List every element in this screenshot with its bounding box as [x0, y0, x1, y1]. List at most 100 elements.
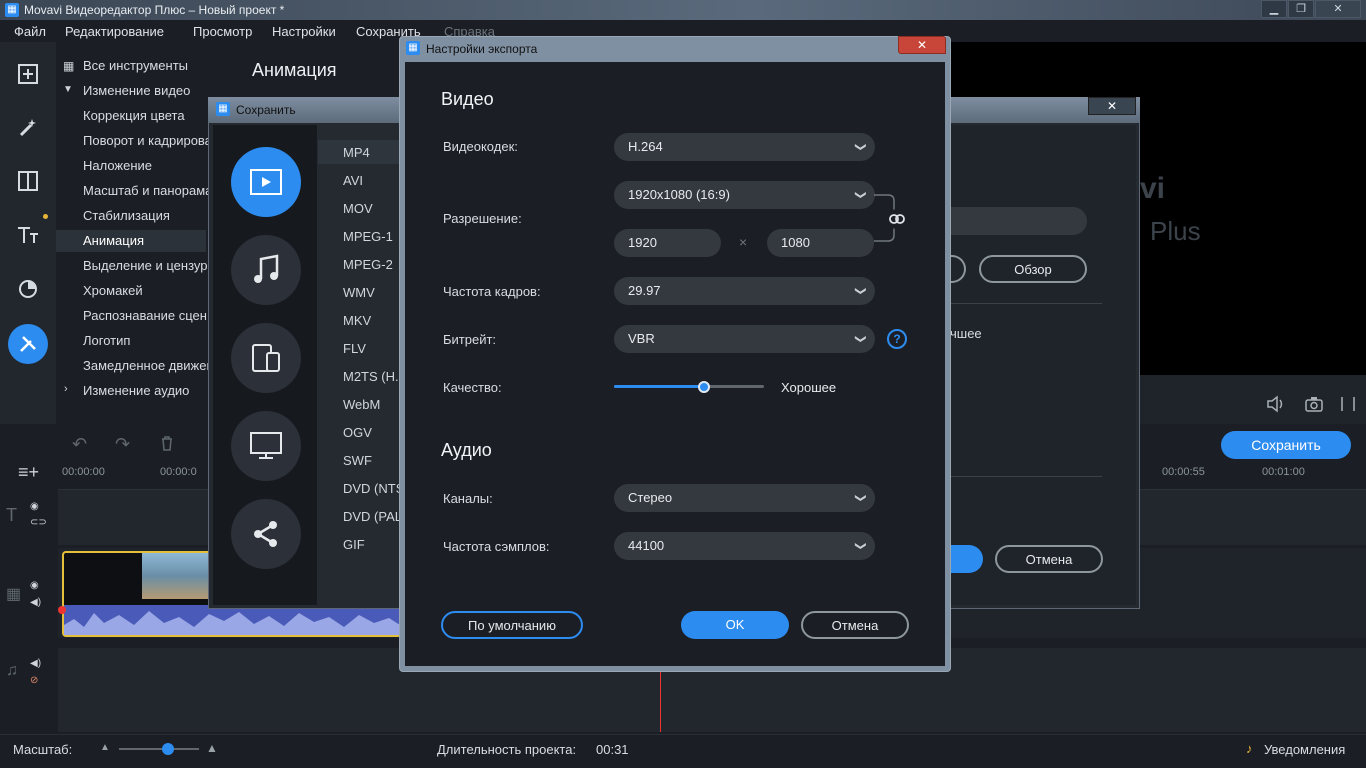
divider [950, 303, 1102, 304]
tool-color-correction[interactable]: Коррекция цвета [83, 108, 185, 123]
menu-file[interactable]: Файл [14, 24, 46, 39]
fullscreen-icon[interactable] [1340, 395, 1356, 413]
menu-settings[interactable]: Настройки [272, 24, 336, 39]
playhead-marker[interactable] [58, 606, 66, 614]
video-track-icon: ▦ [6, 586, 22, 603]
save-dialog-title: Сохранить [236, 103, 296, 117]
titles-icon[interactable] [8, 215, 48, 255]
zoom-slider-handle[interactable] [162, 743, 174, 755]
samplerate-select[interactable]: 44100 ❯ [614, 532, 875, 560]
category-audio[interactable] [231, 235, 301, 305]
grid-icon: ▦ [63, 59, 75, 73]
format-item[interactable]: MOV [343, 201, 373, 216]
framerate-select[interactable]: 29.97 ❯ [614, 277, 875, 305]
transitions-icon[interactable] [8, 161, 48, 201]
save-dialog-close-button[interactable]: ✕ [1088, 97, 1136, 115]
bell-icon[interactable]: ♪ [1246, 741, 1253, 756]
zoom-in-icon[interactable]: ▲ [206, 741, 218, 755]
format-item[interactable]: M2TS (H. [343, 369, 399, 384]
quality-label: Качество: [443, 380, 502, 395]
audio-edit-group[interactable]: Изменение аудио [83, 383, 189, 398]
default-button[interactable]: По умолчанию [441, 611, 583, 639]
format-item[interactable]: DVD (PAL [343, 509, 402, 524]
codec-select[interactable]: H.264 ❯ [614, 133, 875, 161]
tool-overlay[interactable]: Наложение [83, 158, 152, 173]
format-item[interactable]: WebM [343, 397, 380, 412]
devices-icon [252, 344, 280, 372]
framerate-label: Частота кадров: [443, 284, 541, 299]
minimize-button[interactable]: ▁ [1261, 0, 1287, 18]
filters-icon[interactable] [8, 269, 48, 309]
cancel-button[interactable]: Отмена [801, 611, 909, 639]
format-item[interactable]: MKV [343, 313, 371, 328]
quality-slider-handle[interactable] [698, 381, 710, 393]
tool-pan-zoom[interactable]: Масштаб и панорама [83, 183, 212, 198]
format-item[interactable]: DVD (NTS [343, 481, 404, 496]
delete-icon[interactable] [160, 435, 174, 451]
tool-chroma-key[interactable]: Хромакей [83, 283, 143, 298]
save-dialog-start-button[interactable] [950, 545, 983, 573]
category-video[interactable] [231, 147, 301, 217]
format-item[interactable]: WMV [343, 285, 375, 300]
format-item[interactable]: MPEG-2 [343, 257, 393, 272]
help-icon[interactable]: ? [887, 329, 907, 349]
samplerate-value: 44100 [628, 538, 665, 553]
resolution-select[interactable]: 1920x1080 (16:9) ❯ [614, 181, 875, 209]
speaker-icon[interactable]: ◀) [30, 597, 41, 608]
undo-icon[interactable]: ↶ [72, 434, 87, 455]
all-tools-link[interactable]: Все инструменты [83, 58, 188, 73]
volume-icon[interactable] [1266, 395, 1286, 413]
save-dialog-cancel-button[interactable]: Отмена [995, 545, 1103, 573]
channels-select[interactable]: Стерео ❯ [614, 484, 875, 512]
menu-edit[interactable]: Редактирование [65, 24, 164, 39]
format-item[interactable]: MP4 [343, 145, 370, 160]
speaker-icon[interactable]: ◀) [30, 658, 41, 669]
video-edit-group[interactable]: Изменение видео [83, 83, 190, 98]
tool-slow-motion[interactable]: Замедленное движение [83, 358, 228, 373]
filename-field[interactable] [950, 207, 1087, 235]
format-item[interactable]: OGV [343, 425, 372, 440]
snapshot-icon[interactable] [1304, 395, 1324, 413]
divider [950, 476, 1102, 477]
format-item[interactable]: FLV [343, 341, 366, 356]
format-item[interactable]: AVI [343, 173, 363, 188]
export-dialog-close-button[interactable]: ✕ [898, 36, 946, 54]
import-icon[interactable] [8, 54, 48, 94]
tool-stabilization[interactable]: Стабилизация [83, 208, 170, 223]
redo-icon[interactable]: ↷ [115, 434, 130, 455]
tool-highlight-censor[interactable]: Выделение и цензура [83, 258, 215, 273]
zoom-slider-track[interactable] [119, 748, 199, 750]
more-tools-icon[interactable] [8, 324, 48, 364]
maximize-button[interactable]: ❐ [1288, 0, 1314, 18]
browse-button[interactable]: Обзор [979, 255, 1087, 283]
tick-label: 00:01:00 [1262, 466, 1305, 478]
add-track-icon[interactable]: ≡+ [18, 462, 39, 483]
ok-button[interactable]: OK [681, 611, 789, 639]
category-devices[interactable] [231, 323, 301, 393]
eye-icon[interactable]: ◉ [30, 501, 39, 512]
format-item[interactable]: SWF [343, 453, 372, 468]
magic-wand-icon[interactable] [8, 107, 48, 147]
link-icon[interactable]: ⊂⊃ [30, 517, 47, 528]
mute-icon[interactable]: ⊘ [30, 675, 38, 686]
format-item[interactable]: MPEG-1 [343, 229, 393, 244]
menu-view[interactable]: Просмотр [193, 24, 252, 39]
close-window-button[interactable]: ✕ [1315, 0, 1361, 18]
tool-logo[interactable]: Логотип [83, 333, 130, 348]
tool-scene-detection[interactable]: Распознавание сцен [83, 308, 207, 323]
bitrate-select[interactable]: VBR ❯ [614, 325, 875, 353]
height-field[interactable]: 1080 [767, 229, 874, 257]
zoom-out-icon[interactable]: ▲ [100, 742, 110, 753]
width-field[interactable]: 1920 [614, 229, 721, 257]
tool-animation[interactable]: Анимация [83, 233, 144, 248]
quality-slider-track[interactable] [614, 385, 764, 388]
link-icon[interactable] [887, 209, 907, 229]
codec-label: Видеокодек: [443, 139, 518, 154]
category-share[interactable] [231, 499, 301, 569]
eye-icon[interactable]: ◉ [30, 580, 39, 591]
app-logo-icon: ▦ [406, 41, 420, 55]
save-button[interactable]: Сохранить [1221, 431, 1351, 459]
category-tv[interactable] [231, 411, 301, 481]
notifications-link[interactable]: Уведомления [1264, 742, 1345, 757]
format-item[interactable]: GIF [343, 537, 365, 552]
